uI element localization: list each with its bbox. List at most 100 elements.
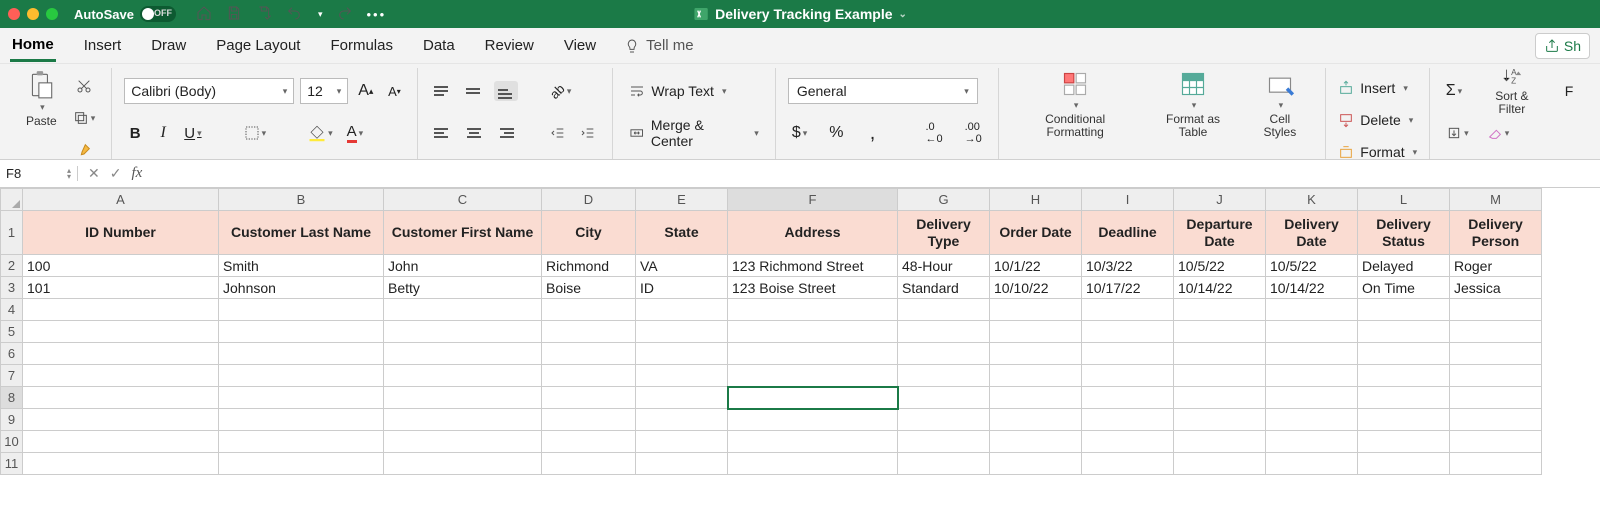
cell-M6[interactable] (1450, 343, 1542, 365)
cell-J5[interactable] (1174, 321, 1266, 343)
cell-M5[interactable] (1450, 321, 1542, 343)
col-head-G[interactable]: G (898, 189, 990, 211)
align-middle[interactable] (462, 81, 486, 101)
cell-I9[interactable] (1082, 409, 1174, 431)
tab-review[interactable]: Review (483, 31, 536, 60)
cell-G1[interactable]: Delivery Type (898, 211, 990, 255)
col-head-M[interactable]: M (1450, 189, 1542, 211)
cell-M1[interactable]: Delivery Person (1450, 211, 1542, 255)
cell-E10[interactable] (636, 431, 728, 453)
cell-E9[interactable] (636, 409, 728, 431)
cell-C10[interactable] (384, 431, 542, 453)
sort-filter-button[interactable]: AZ Sort & Filter (1476, 66, 1548, 116)
increase-decimal[interactable]: .0←0 (922, 121, 947, 145)
conditional-formatting-button[interactable]: ▾ Conditional Formatting (1011, 70, 1140, 139)
number-format-select[interactable]: General▾ (788, 78, 978, 104)
row-head-7[interactable]: 7 (1, 365, 23, 387)
cell-B2[interactable]: Smith (219, 255, 384, 277)
cell-D11[interactable] (542, 453, 636, 475)
cell-K10[interactable] (1266, 431, 1358, 453)
cell-B6[interactable] (219, 343, 384, 365)
cell-E1[interactable]: State (636, 211, 728, 255)
cell-A11[interactable] (23, 453, 219, 475)
cell-F2[interactable]: 123 Richmond Street (728, 255, 898, 277)
more-qat[interactable]: ••• (367, 7, 387, 22)
row-head-8[interactable]: 8 (1, 387, 23, 409)
cell-M10[interactable] (1450, 431, 1542, 453)
col-head-E[interactable]: E (636, 189, 728, 211)
autosave-toggle[interactable]: AutoSave OFF (74, 6, 176, 22)
cell-D1[interactable]: City (542, 211, 636, 255)
cell-E2[interactable]: VA (636, 255, 728, 277)
format-as-table-button[interactable]: ▾ Format as Table (1146, 70, 1241, 139)
home-icon[interactable] (196, 5, 212, 24)
cell-H4[interactable] (990, 299, 1082, 321)
col-head-B[interactable]: B (219, 189, 384, 211)
cell-H7[interactable] (990, 365, 1082, 387)
cell-B3[interactable]: Johnson (219, 277, 384, 299)
cell-F4[interactable] (728, 299, 898, 321)
cell-D7[interactable] (542, 365, 636, 387)
cell-F5[interactable] (728, 321, 898, 343)
cell-K9[interactable] (1266, 409, 1358, 431)
cell-G8[interactable] (898, 387, 990, 409)
cell-G5[interactable] (898, 321, 990, 343)
cell-A7[interactable] (23, 365, 219, 387)
cell-B10[interactable] (219, 431, 384, 453)
align-bottom[interactable] (494, 81, 518, 101)
row-head-9[interactable]: 9 (1, 409, 23, 431)
cell-F7[interactable] (728, 365, 898, 387)
confirm-formula[interactable]: ✓ (110, 165, 122, 182)
cell-L11[interactable] (1358, 453, 1450, 475)
cell-K4[interactable] (1266, 299, 1358, 321)
row-head-10[interactable]: 10 (1, 431, 23, 453)
col-head-L[interactable]: L (1358, 189, 1450, 211)
save-icon[interactable] (226, 5, 242, 24)
cell-H3[interactable]: 10/10/22 (990, 277, 1082, 299)
cell-B1[interactable]: Customer Last Name (219, 211, 384, 255)
cell-H2[interactable]: 10/1/22 (990, 255, 1082, 277)
cell-C7[interactable] (384, 365, 542, 387)
col-head-A[interactable]: A (23, 189, 219, 211)
cell-D8[interactable] (542, 387, 636, 409)
cell-L9[interactable] (1358, 409, 1450, 431)
cell-L10[interactable] (1358, 431, 1450, 453)
row-head-1[interactable]: 1 (1, 211, 23, 255)
cell-J8[interactable] (1174, 387, 1266, 409)
cell-J2[interactable]: 10/5/22 (1174, 255, 1266, 277)
cell-M7[interactable] (1450, 365, 1542, 387)
cell-A3[interactable]: 101 (23, 277, 219, 299)
row-head-4[interactable]: 4 (1, 299, 23, 321)
currency-button[interactable]: $▾ (788, 121, 811, 145)
cell-H10[interactable] (990, 431, 1082, 453)
fill-button[interactable]: ▾ (1442, 121, 1473, 145)
cell-D3[interactable]: Boise (542, 277, 636, 299)
cell-L4[interactable] (1358, 299, 1450, 321)
fx-icon[interactable]: fx (131, 165, 142, 182)
underline-button[interactable]: U▾ (180, 121, 205, 145)
cell-C4[interactable] (384, 299, 542, 321)
cell-K1[interactable]: Delivery Date (1266, 211, 1358, 255)
align-right[interactable] (494, 123, 518, 143)
cell-M11[interactable] (1450, 453, 1542, 475)
decrease-indent[interactable] (546, 121, 570, 145)
formula-input[interactable] (152, 160, 1600, 187)
row-head-11[interactable]: 11 (1, 453, 23, 475)
cell-E5[interactable] (636, 321, 728, 343)
tell-me[interactable]: Tell me (624, 37, 694, 54)
cell-L1[interactable]: Delivery Status (1358, 211, 1450, 255)
maximize-window[interactable] (46, 8, 58, 20)
cell-F9[interactable] (728, 409, 898, 431)
paste-button[interactable]: ▾ Paste (20, 70, 63, 128)
cell-A1[interactable]: ID Number (23, 211, 219, 255)
align-top[interactable] (430, 81, 454, 101)
name-box[interactable]: F8 ▴▾ (0, 166, 78, 181)
cell-A8[interactable] (23, 387, 219, 409)
format-painter-button[interactable] (69, 138, 100, 162)
insert-cells-button[interactable]: Insert▾ (1338, 74, 1417, 102)
autosum-button[interactable]: Σ▾ (1442, 79, 1466, 103)
cell-B9[interactable] (219, 409, 384, 431)
cell-C8[interactable] (384, 387, 542, 409)
cell-C6[interactable] (384, 343, 542, 365)
cell-F11[interactable] (728, 453, 898, 475)
